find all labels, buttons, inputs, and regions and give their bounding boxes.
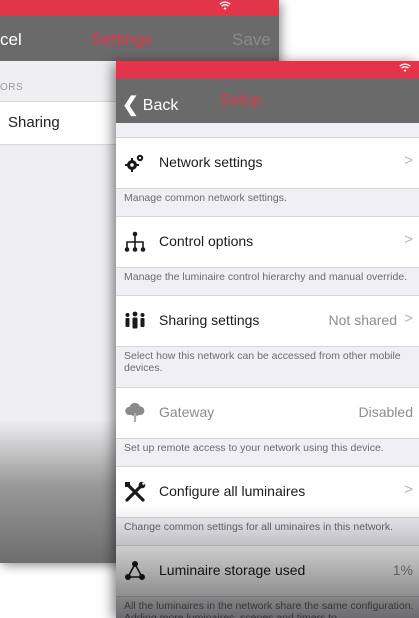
page-title: Setup bbox=[220, 92, 262, 109]
luminaire-storage-label: Luminaire storage used bbox=[159, 562, 306, 578]
sharing-settings-description: Select how this network can be accessed … bbox=[124, 350, 401, 374]
status-bar bbox=[0, 0, 279, 16]
gateway-label: Gateway bbox=[159, 404, 215, 420]
chevron-right-icon: > bbox=[404, 481, 413, 498]
cancel-button[interactable]: cel bbox=[0, 30, 22, 50]
configure-all-luminaires-description: Change common settings for all uminaires… bbox=[124, 521, 394, 533]
luminaire-storage-description: All the luminaires in the network share … bbox=[124, 600, 414, 618]
network-settings-description: Manage common network settings. bbox=[124, 192, 287, 204]
control-options-description: Manage the luminaire control hierarchy a… bbox=[124, 271, 408, 283]
network-nodes-icon bbox=[124, 560, 146, 582]
tools-icon bbox=[124, 481, 146, 503]
hierarchy-icon bbox=[124, 231, 146, 253]
control-options-item[interactable]: Control options > bbox=[116, 216, 419, 268]
sharing-row-label: Sharing bbox=[8, 114, 60, 131]
sharing-status-value: Not shared bbox=[328, 312, 397, 328]
chevron-left-icon: ❮ bbox=[122, 94, 139, 116]
chevron-right-icon: > bbox=[404, 310, 413, 327]
chevron-right-icon: > bbox=[404, 152, 413, 169]
wifi-icon bbox=[219, 1, 231, 14]
back-label: Back bbox=[142, 97, 179, 114]
gears-icon bbox=[124, 152, 146, 174]
sharing-settings-label: Sharing settings bbox=[159, 312, 260, 328]
gateway-item[interactable]: Gateway Disabled bbox=[116, 387, 419, 439]
configure-all-luminaires-label: Configure all luminaires bbox=[159, 483, 306, 499]
sharing-settings-item[interactable]: Sharing settings Not shared > bbox=[116, 295, 419, 347]
control-options-label: Control options bbox=[159, 233, 254, 249]
luminaire-storage-item: Luminaire storage used 1% bbox=[116, 545, 419, 597]
settings-nav-bar: cel Settings Save bbox=[0, 16, 279, 61]
status-bar bbox=[116, 61, 419, 79]
network-settings-label: Network settings bbox=[159, 154, 263, 170]
back-button[interactable]: ❮ Back bbox=[122, 91, 178, 116]
people-icon bbox=[124, 310, 146, 332]
configure-all-luminaires-item[interactable]: Configure all luminaires > bbox=[116, 466, 419, 518]
page-title: Settings bbox=[91, 30, 153, 49]
luminaire-storage-value: 1% bbox=[392, 562, 413, 578]
gateway-status-value: Disabled bbox=[358, 404, 413, 420]
setup-screen: ❮ Back Setup Network settings > Manage co… bbox=[116, 61, 419, 618]
cloud-upload-icon bbox=[124, 402, 146, 424]
section-header: ORS bbox=[0, 82, 24, 93]
network-settings-item[interactable]: Network settings > bbox=[116, 137, 419, 189]
gateway-description: Set up remote access to your network usi… bbox=[124, 442, 384, 454]
chevron-right-icon: > bbox=[404, 231, 413, 248]
save-button[interactable]: Save bbox=[232, 30, 271, 50]
wifi-icon bbox=[399, 63, 411, 76]
setup-nav-bar: ❮ Back Setup bbox=[116, 79, 419, 123]
